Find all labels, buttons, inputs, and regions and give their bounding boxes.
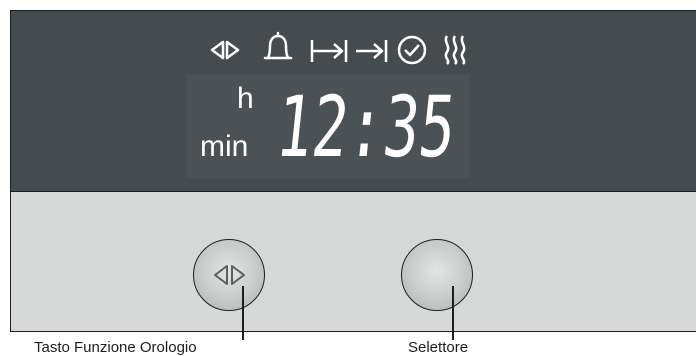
time-value: 12:35 (280, 90, 460, 160)
hours-unit-label: h (237, 82, 254, 115)
time-digits: 12:35 (280, 90, 460, 160)
indicator-icons (202, 30, 472, 68)
cooking-time-icon (310, 40, 348, 62)
heating-icon (444, 35, 466, 65)
clock-function-caption: Tasto Funzione Orologio (34, 339, 197, 356)
selector-caption: Selettore (408, 339, 469, 356)
timer-bell-icon (263, 31, 293, 60)
minutes-unit-label: min (200, 130, 249, 163)
clock-button-leader-line (242, 286, 244, 340)
selector-knob[interactable] (401, 239, 473, 311)
clock-function-icon (210, 40, 240, 60)
clock-function-icon (214, 265, 245, 285)
end-time-icon (356, 40, 388, 62)
selector-leader-line (452, 286, 454, 340)
clock-function-button[interactable] (193, 239, 265, 311)
clock-icon (397, 35, 427, 65)
